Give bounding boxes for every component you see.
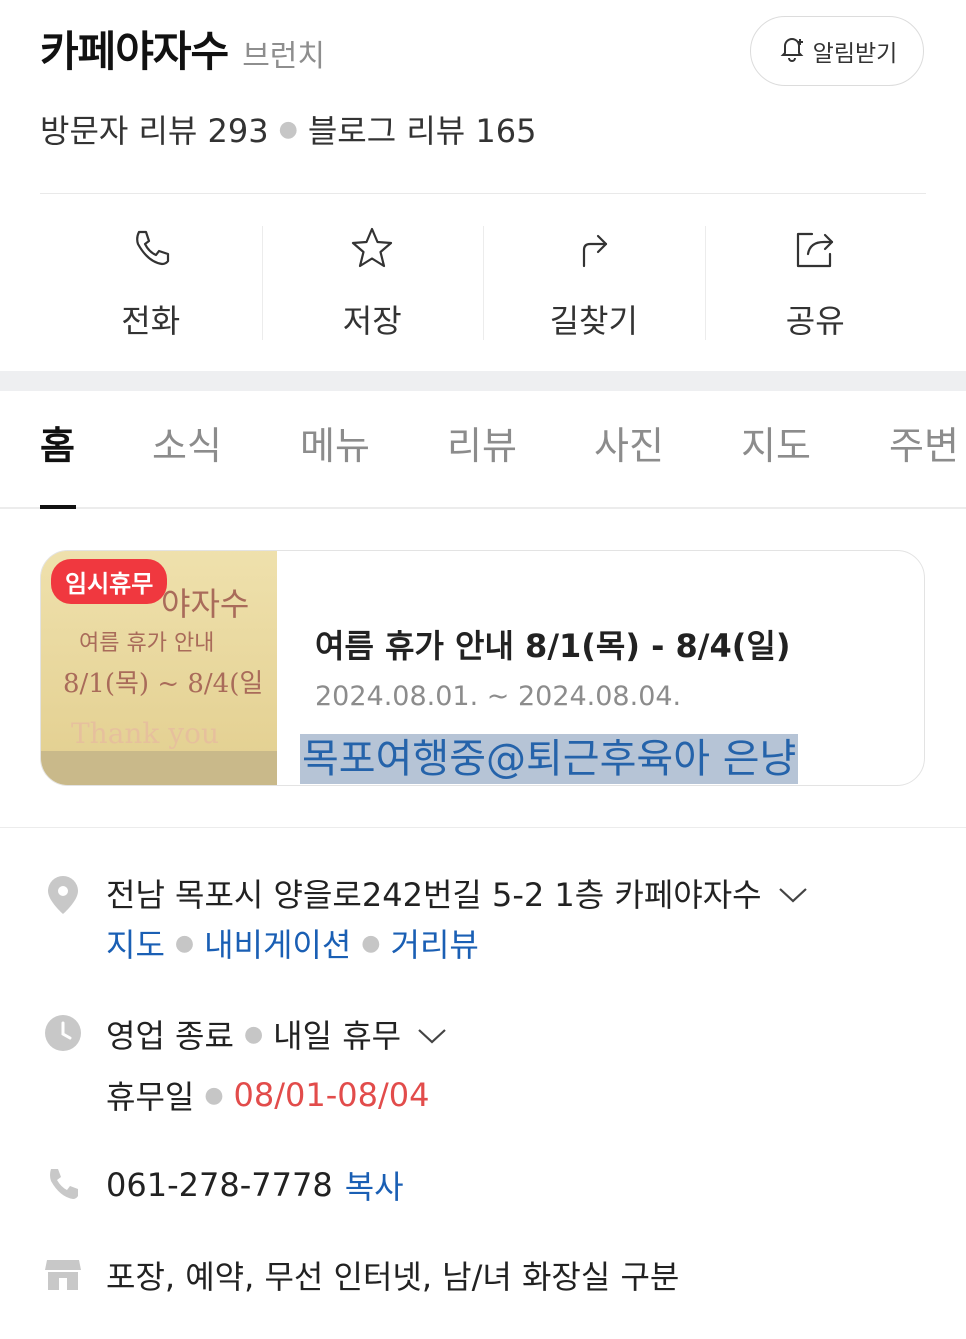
phone-icon — [44, 1166, 82, 1208]
notice-date: 2024.08.01. ~ 2024.08.04. — [315, 681, 682, 712]
amenities-row: 포장, 예약, 무선 인터넷, 남/녀 화장실 구분 — [106, 1252, 679, 1298]
visitor-reviews-link[interactable]: 방문자 리뷰 293 — [40, 106, 269, 152]
closure-badge: 임시휴무 — [51, 559, 168, 604]
store-icon — [44, 1256, 82, 1296]
address-text: 전남 목포시 양을로242번길 5-2 1층 카페야자수 — [106, 876, 762, 914]
holiday-label: 휴무일 — [106, 1078, 195, 1116]
place-category: 브런치 — [242, 39, 326, 74]
alarm-button[interactable]: 알림받기 — [750, 16, 924, 86]
tab-bar: 홈 소식 메뉴 리뷰 사진 지도 주변 — [0, 391, 966, 509]
location-pin-icon — [44, 874, 82, 920]
blog-reviews-link[interactable]: 블로그 리뷰 165 — [308, 106, 537, 152]
share-icon — [792, 222, 838, 274]
star-icon — [349, 222, 395, 274]
separator-dot: ● — [278, 116, 298, 142]
map-link[interactable]: 지도 — [106, 920, 165, 966]
share-label: 공유 — [785, 302, 845, 340]
tab-news[interactable]: 소식 — [152, 415, 222, 470]
tab-photos[interactable]: 사진 — [594, 415, 664, 470]
divider — [0, 827, 966, 828]
hours-row[interactable]: 영업 종료 ● 내일 휴무 — [106, 1011, 447, 1057]
separator-dot: ● — [174, 930, 195, 956]
phone-row: 061-278-7778 복사 — [106, 1162, 404, 1208]
directions-button[interactable]: 길찾기 — [483, 222, 705, 342]
chevron-down-icon[interactable] — [778, 874, 808, 912]
holiday-row: 휴무일 ● 08/01-08/04 — [106, 1072, 430, 1118]
action-bar: 전화 저장 길찾기 공유 — [40, 222, 926, 342]
directions-label: 길찾기 — [549, 302, 638, 340]
copy-button[interactable]: 복사 — [345, 1162, 404, 1208]
share-button[interactable]: 공유 — [704, 222, 927, 342]
call-label: 전화 — [121, 302, 181, 340]
notice-thumbnail: 야자수 여름 휴가 안내 8/1(목) ~ 8/4(일 Thank you 임시… — [41, 551, 277, 785]
call-button[interactable]: 전화 — [40, 222, 262, 342]
phone-icon — [129, 222, 173, 274]
place-name: 카페야자수 — [40, 27, 229, 76]
chevron-down-icon[interactable] — [417, 1015, 447, 1053]
navigation-link[interactable]: 내비게이션 — [204, 920, 351, 966]
bell-plus-icon — [777, 33, 807, 69]
tab-home[interactable]: 홈 — [40, 415, 75, 470]
street-view-link[interactable]: 거리뷰 — [391, 920, 479, 966]
tab-map[interactable]: 지도 — [741, 415, 811, 470]
tab-nearby[interactable]: 주변 — [889, 415, 959, 470]
clock-icon — [44, 1014, 82, 1056]
holiday-dates: 08/01-08/04 — [233, 1076, 430, 1114]
tab-menu[interactable]: 메뉴 — [300, 415, 370, 470]
phone-number[interactable]: 061-278-7778 — [106, 1166, 333, 1204]
separator-dot: ● — [204, 1082, 224, 1108]
review-summary: 방문자 리뷰 293 ● 블로그 리뷰 165 — [40, 106, 536, 152]
separator-dot: ● — [361, 930, 381, 956]
place-title: 카페야자수 브런치 — [40, 18, 325, 79]
image-text-line: Thank you — [71, 717, 220, 750]
image-text-line: 여름 휴가 안내 — [79, 631, 215, 656]
watermark-text: 목포여행중@퇴근후육아 은냥 — [300, 734, 799, 784]
notice-title: 여름 휴가 안내 8/1(목) - 8/4(일) — [315, 627, 791, 665]
address-row[interactable]: 전남 목포시 양을로242번길 5-2 1층 카페야자수 — [106, 870, 808, 916]
image-text-line: 야자수 — [161, 585, 250, 623]
separator-dot: ● — [243, 1021, 264, 1047]
alarm-button-label: 알림받기 — [812, 41, 898, 67]
directions-icon — [572, 222, 616, 274]
save-label: 저장 — [342, 302, 402, 340]
section-separator — [0, 371, 966, 391]
save-button[interactable]: 저장 — [261, 222, 484, 342]
image-text-line: 8/1(목) ~ 8/4(일 — [63, 669, 264, 699]
image-floor — [41, 751, 277, 785]
tab-reviews[interactable]: 리뷰 — [447, 415, 517, 470]
hours-next: 내일 휴무 — [273, 1017, 402, 1055]
amenities-text: 포장, 예약, 무선 인터넷, 남/녀 화장실 구분 — [106, 1258, 680, 1296]
divider — [40, 193, 926, 194]
hours-status: 영업 종료 — [106, 1017, 234, 1055]
active-tab-indicator — [40, 505, 76, 509]
address-links: 지도 ● 내비게이션 ● 거리뷰 — [106, 920, 479, 966]
